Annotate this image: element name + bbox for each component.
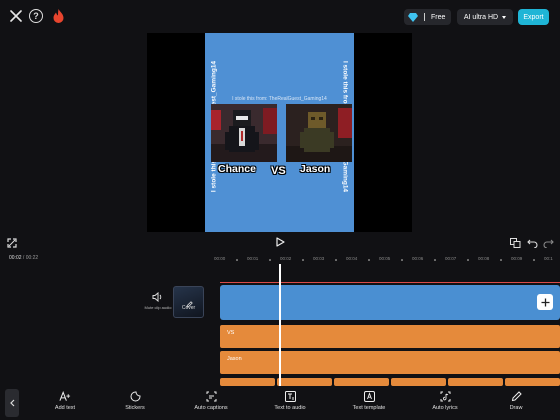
- top-bar: ? Free AI ultra HD Export: [0, 0, 560, 33]
- add-text-icon: [59, 390, 71, 402]
- text-segment-row: [220, 378, 560, 386]
- video-preview[interactable]: I stole this from: TheRealGuest_Gaming14…: [147, 33, 412, 232]
- ruler-dot: [434, 259, 436, 261]
- chance-label: Chance: [218, 163, 256, 175]
- redo-icon[interactable]: [543, 237, 554, 248]
- free-label: Free: [431, 13, 446, 21]
- text-template-button[interactable]: Text template: [339, 390, 399, 411]
- fullscreen-icon[interactable]: [7, 238, 17, 248]
- text-segment[interactable]: [505, 378, 560, 386]
- diamond-icon: [408, 12, 418, 22]
- pen-icon: [186, 295, 193, 308]
- close-icon[interactable]: [8, 8, 24, 24]
- auto-lyrics-button[interactable]: Auto lyrics: [415, 390, 475, 411]
- text-segment[interactable]: [334, 378, 389, 386]
- text-segment[interactable]: [220, 378, 275, 386]
- draw-label: Draw: [509, 405, 523, 411]
- auto-captions-label: Auto captions: [194, 405, 228, 411]
- ruler-dot: [500, 259, 502, 261]
- ruler-tick: 00:01: [247, 256, 259, 261]
- chevron-down-icon: [502, 15, 507, 19]
- time-ruler[interactable]: 00:00 00:01 00:02 00:03 00:04 00:05 00:0…: [210, 256, 560, 264]
- chevron-left-icon: [9, 399, 14, 407]
- ruler-tick: 00:00: [214, 256, 226, 261]
- time-separator: /: [22, 255, 25, 261]
- playhead[interactable]: [279, 264, 281, 388]
- ruler-tick: 00:03: [313, 256, 325, 261]
- add-text-button[interactable]: Add text: [35, 390, 95, 411]
- stickers-button[interactable]: Stickers: [105, 390, 165, 411]
- jason-image: [286, 104, 352, 162]
- text-segment[interactable]: [277, 378, 332, 386]
- keyframe-icon[interactable]: [510, 237, 521, 248]
- quality-label: AI ultra HD: [463, 13, 499, 21]
- plus-icon: [541, 298, 549, 306]
- vs-label: VS: [271, 165, 286, 177]
- text-clip-jason[interactable]: Jason: [220, 351, 560, 374]
- ruler-tick: 00:1: [544, 256, 553, 261]
- ruler-tick: 00:09: [511, 256, 523, 261]
- ruler-dot: [302, 259, 304, 261]
- ruler-tick: 00:05: [379, 256, 391, 261]
- flame-icon[interactable]: [51, 8, 65, 24]
- add-text-label: Add text: [54, 405, 76, 411]
- video-frame: I stole this from: TheRealGuest_Gaming14…: [205, 33, 354, 232]
- speaker-icon[interactable]: [152, 292, 163, 302]
- stickers-label: Stickers: [125, 405, 145, 411]
- text-clip-vs[interactable]: VS: [220, 325, 560, 348]
- ruler-tick: 00:04: [346, 256, 358, 261]
- undo-icon[interactable]: [527, 237, 538, 248]
- ruler-dot: [335, 259, 337, 261]
- auto-captions-button[interactable]: Auto captions: [181, 390, 241, 411]
- ruler-tick: 00:07: [445, 256, 457, 261]
- text-segment[interactable]: [448, 378, 503, 386]
- ruler-dot: [236, 259, 238, 261]
- sticker-icon: [129, 390, 141, 402]
- current-time: 00:02: [9, 255, 22, 261]
- ruler-dot: [368, 259, 370, 261]
- total-time: 00:22: [25, 255, 39, 261]
- free-upgrade-button[interactable]: Free: [404, 9, 451, 25]
- mid-caption: I stole this from: TheRealGuest_Gaming14: [232, 96, 327, 102]
- ruler-dot: [533, 259, 535, 261]
- ruler-dot: [269, 259, 271, 261]
- text-to-audio-label: Text to audio: [274, 405, 306, 411]
- draw-button[interactable]: Draw: [486, 390, 546, 411]
- text-clip-label: VS: [227, 330, 235, 336]
- quality-dropdown[interactable]: AI ultra HD: [457, 9, 513, 25]
- add-clip-button[interactable]: [537, 294, 553, 310]
- ruler-tick: 00:02: [280, 256, 292, 261]
- main-video-track[interactable]: [220, 285, 560, 320]
- text-clip-label: Jason: [227, 356, 242, 362]
- auto-lyrics-icon: [439, 390, 451, 402]
- auto-lyrics-label: Auto lyrics: [432, 405, 458, 411]
- mute-clip-audio-label[interactable]: Mute clip audio: [144, 305, 172, 310]
- text-to-audio-button[interactable]: Text to audio: [260, 390, 320, 411]
- back-button[interactable]: [5, 389, 19, 417]
- time-display: 00:02 / 00:22: [9, 255, 38, 261]
- text-template-label: Text template: [352, 405, 386, 411]
- text-template-icon: [363, 390, 375, 402]
- text-segment[interactable]: [391, 378, 446, 386]
- audio-waveform-line: [220, 282, 560, 283]
- play-icon[interactable]: [275, 237, 285, 247]
- export-button[interactable]: Export: [518, 9, 549, 25]
- jason-label: Jason: [300, 163, 331, 175]
- ruler-tick: 00:06: [412, 256, 424, 261]
- cover-label: Cover: [181, 305, 196, 311]
- help-icon[interactable]: ?: [29, 9, 43, 23]
- auto-captions-icon: [205, 390, 217, 402]
- divider: [424, 13, 425, 21]
- text-to-audio-icon: [284, 390, 296, 402]
- draw-icon: [510, 390, 522, 402]
- ruler-dot: [467, 259, 469, 261]
- ruler-dot: [401, 259, 403, 261]
- ruler-tick: 00:08: [478, 256, 490, 261]
- cover-button[interactable]: Cover: [173, 286, 204, 318]
- chance-image: [211, 104, 277, 162]
